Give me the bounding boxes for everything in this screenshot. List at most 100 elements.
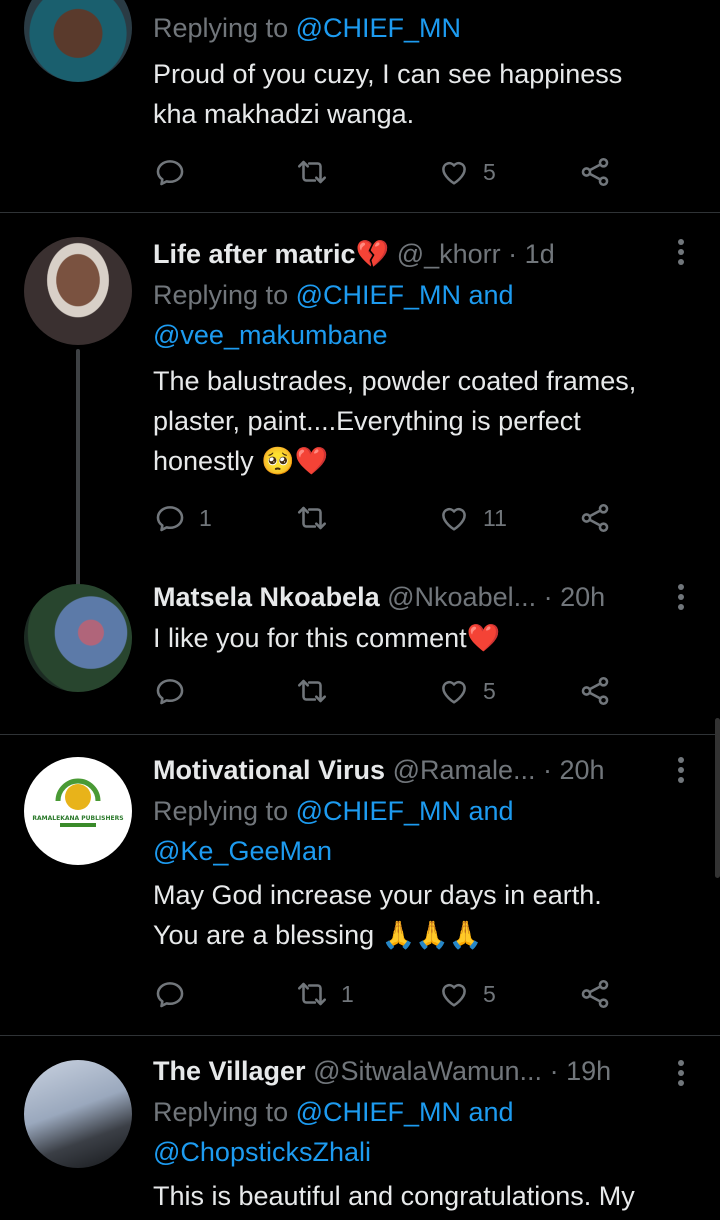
tweet-text-line: I like you for this comment❤️: [153, 623, 501, 653]
reply-count: 1: [199, 504, 212, 531]
tweet[interactable]: Life after matric💔 @_khorr · 1d Replying…: [0, 213, 720, 587]
mention-link[interactable]: @ChopsticksZhali: [153, 1132, 701, 1172]
more-options-icon[interactable]: [678, 584, 686, 610]
mention-link[interactable]: @Ke_GeeMan: [153, 831, 701, 871]
mention-link[interactable]: @vee_makumbane: [153, 315, 701, 355]
more-options-icon[interactable]: [678, 757, 686, 783]
like-count: 5: [483, 677, 496, 704]
tweet-text: May God increase your days in earth. You…: [153, 875, 701, 955]
replying-to: Replying to @CHIEF_MN and: [153, 791, 701, 831]
like-icon: [437, 674, 471, 708]
retweet-icon: [295, 674, 329, 708]
like-icon: [437, 977, 471, 1011]
timestamp[interactable]: 20h: [560, 582, 605, 612]
retweet-button[interactable]: [295, 674, 329, 708]
avatar[interactable]: [24, 584, 132, 692]
timestamp[interactable]: 19h: [566, 1056, 611, 1086]
reply-button[interactable]: 1: [153, 501, 212, 535]
like-button[interactable]: 5: [437, 155, 496, 189]
thread-line: [76, 349, 80, 587]
replying-to: Replying to @CHIEF_MN and: [153, 275, 701, 315]
timestamp[interactable]: 1d: [525, 239, 555, 269]
reply-button[interactable]: [153, 674, 187, 708]
mention-link[interactable]: @CHIEF_MN: [296, 13, 461, 43]
mention-link[interactable]: @CHIEF_MN and: [296, 280, 514, 310]
retweet-button[interactable]: [295, 501, 329, 535]
tweet-text-line: plaster, paint....Everything is perfect: [153, 406, 581, 436]
display-name[interactable]: Motivational Virus: [153, 755, 385, 785]
tweet-text-line: This is beautiful and congratulations. M…: [153, 1181, 635, 1211]
like-count: 5: [483, 158, 496, 185]
reply-icon: [153, 674, 187, 708]
display-name[interactable]: The Villager: [153, 1056, 306, 1086]
share-button[interactable]: [578, 155, 612, 189]
like-button[interactable]: 5: [437, 674, 496, 708]
mention-link[interactable]: @CHIEF_MN and: [296, 796, 514, 826]
display-name[interactable]: Life after matric: [153, 239, 356, 269]
tweet-text-line: Proud of you cuzy, I can see happiness: [153, 59, 623, 89]
share-icon: [578, 977, 612, 1011]
tweet[interactable]: Replying to @CHIEF_MN Proud of you cuzy,…: [0, 0, 720, 212]
avatar[interactable]: [24, 0, 132, 82]
retweet-icon: [295, 501, 329, 535]
tweet-header: Matsela Nkoabela @Nkoabel... · 20h: [153, 578, 701, 618]
display-name[interactable]: Matsela Nkoabela: [153, 582, 380, 612]
tweet[interactable]: The Villager @SitwalaWamun... · 19h Repl…: [0, 1036, 720, 1220]
reply-button[interactable]: [153, 977, 187, 1011]
retweet-button[interactable]: 1: [295, 977, 354, 1011]
replying-to: Replying to @CHIEF_MN and: [153, 1092, 701, 1132]
tweet-text-line: You are a blessing 🙏🙏🙏: [153, 920, 483, 950]
replying-prefix: Replying to: [153, 796, 296, 826]
tweet-text-line: honestly 🥺❤️: [153, 446, 329, 476]
share-icon: [578, 155, 612, 189]
avatar[interactable]: RAMALEKANA PUBLISHERS: [24, 757, 132, 865]
tweet[interactable]: RAMALEKANA PUBLISHERS Motivational Virus…: [0, 735, 720, 1035]
tweet[interactable]: Matsela Nkoabela @Nkoabel... · 20h I lik…: [0, 572, 720, 732]
scrollbar[interactable]: [715, 718, 720, 878]
handle[interactable]: @_khorr: [397, 239, 501, 269]
name-emoji: 💔: [355, 239, 390, 269]
tweet-text: The balustrades, powder coated frames, p…: [153, 361, 701, 481]
share-icon: [578, 674, 612, 708]
timestamp[interactable]: 20h: [560, 755, 605, 785]
tweet-text: This is beautiful and congratulations. M…: [153, 1176, 701, 1216]
tweet-header: Life after matric💔 @_khorr · 1d: [153, 235, 701, 275]
tweet-text-line: The balustrades, powder coated frames,: [153, 366, 637, 396]
reply-button[interactable]: [153, 155, 187, 189]
more-options-icon[interactable]: [678, 239, 686, 265]
like-button[interactable]: 11: [437, 501, 507, 535]
retweet-count: 1: [341, 980, 354, 1007]
share-button[interactable]: [578, 501, 612, 535]
separator: ·: [542, 1056, 567, 1086]
handle[interactable]: @SitwalaWamun...: [313, 1056, 542, 1086]
retweet-button[interactable]: [295, 155, 329, 189]
retweet-icon: [295, 155, 329, 189]
svg-text:RAMALEKANA PUBLISHERS: RAMALEKANA PUBLISHERS: [32, 815, 123, 822]
separator: ·: [500, 239, 525, 269]
reply-icon: [153, 155, 187, 189]
replying-prefix: Replying to: [153, 1097, 296, 1127]
reply-icon: [153, 501, 187, 535]
handle[interactable]: @Nkoabel...: [387, 582, 536, 612]
like-count: 11: [483, 504, 507, 531]
avatar[interactable]: [24, 237, 132, 345]
share-icon: [578, 501, 612, 535]
like-button[interactable]: 5: [437, 977, 496, 1011]
tweet-text-line: May God increase your days in earth.: [153, 880, 602, 910]
like-count: 5: [483, 980, 496, 1007]
share-button[interactable]: [578, 977, 612, 1011]
mention-link[interactable]: @CHIEF_MN and: [296, 1097, 514, 1127]
retweet-icon: [295, 977, 329, 1011]
avatar[interactable]: [24, 1060, 132, 1168]
replying-to: Replying to @CHIEF_MN: [153, 8, 701, 48]
publisher-logo: RAMALEKANA PUBLISHERS: [32, 778, 124, 827]
share-button[interactable]: [578, 674, 612, 708]
handle[interactable]: @Ramale...: [393, 755, 536, 785]
more-options-icon[interactable]: [678, 1060, 686, 1086]
separator: ·: [535, 755, 560, 785]
tweet-text: Proud of you cuzy, I can see happiness k…: [153, 54, 701, 134]
replying-prefix: Replying to: [153, 280, 296, 310]
tweet-header: The Villager @SitwalaWamun... · 19h: [153, 1052, 701, 1092]
reply-icon: [153, 977, 187, 1011]
replying-prefix: Replying to: [153, 13, 296, 43]
